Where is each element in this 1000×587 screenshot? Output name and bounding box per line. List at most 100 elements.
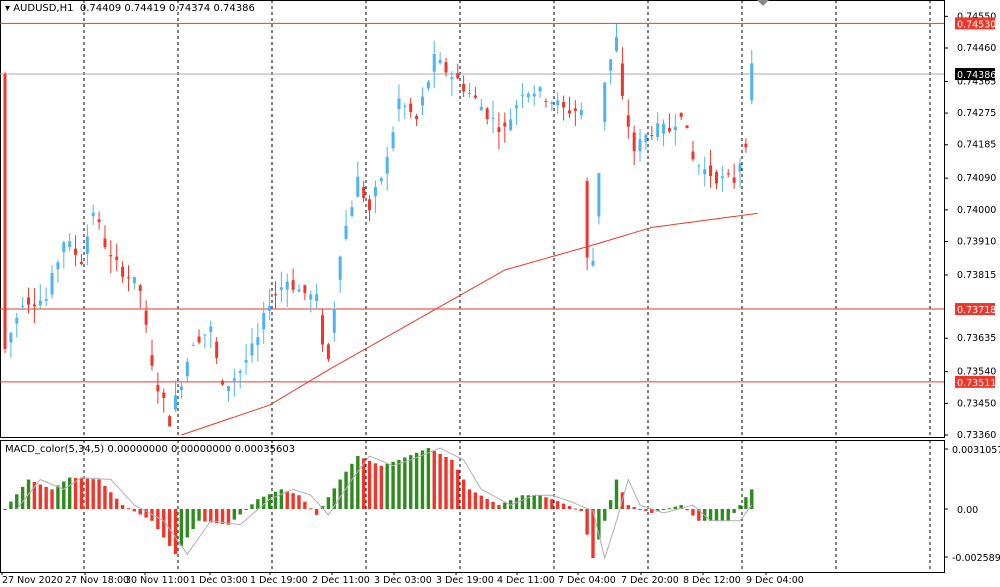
candle-body <box>385 157 389 174</box>
price-tick-label: 0.73910 <box>957 236 996 247</box>
candle-body <box>356 176 360 197</box>
candle-body <box>515 105 519 109</box>
macd-bar <box>550 499 554 509</box>
macd-bar <box>50 489 54 509</box>
candle-body <box>291 280 295 290</box>
candle-body <box>332 308 336 333</box>
macd-bar <box>661 509 666 510</box>
candle-body <box>556 100 560 106</box>
macd-bar <box>444 456 448 509</box>
candle-body <box>479 106 483 111</box>
candle-body <box>250 343 254 356</box>
time-tick-label: 3 Dec 03:00 <box>374 575 432 586</box>
candle-body <box>379 178 383 181</box>
macd-bar <box>579 509 583 511</box>
macd-bar <box>461 479 466 509</box>
candle-body <box>691 151 695 160</box>
candle-body <box>644 134 648 143</box>
macd-label: MACD_color(5,34,5) <box>5 444 105 455</box>
candle-body <box>262 313 266 330</box>
macd-signal-line <box>16 447 753 560</box>
macd-bar <box>503 502 507 509</box>
candle-body <box>473 95 477 98</box>
candle-body <box>91 212 95 217</box>
time-tick-label: 2 Dec 11:00 <box>312 575 370 586</box>
macd-bar <box>373 463 378 509</box>
candle-body <box>221 380 225 385</box>
candle-body <box>567 110 571 114</box>
candle-body <box>591 260 595 266</box>
macd-bar <box>497 505 501 509</box>
macd-bar <box>673 506 678 509</box>
macd-tick-label: -0.002589 <box>952 553 1000 564</box>
chart-shift-marker[interactable] <box>757 0 769 6</box>
candle-body <box>726 173 730 175</box>
macd-bar <box>367 460 372 509</box>
macd-bar <box>561 503 566 509</box>
time-tick-label: 9 Dec 04:00 <box>746 575 804 586</box>
macd-bar <box>538 495 542 509</box>
macd-bar <box>97 479 101 509</box>
macd-bar <box>603 509 607 521</box>
candle-body <box>544 101 548 103</box>
candle-body <box>197 336 201 343</box>
time-tick-label: 7 Dec 04:00 <box>558 575 616 586</box>
macd-bar <box>138 509 142 515</box>
candle-body <box>709 165 713 177</box>
candle-body <box>609 59 613 71</box>
candle-body <box>27 297 31 305</box>
macd-bar <box>685 509 689 511</box>
candle-body <box>350 207 354 217</box>
candle-body <box>468 93 472 95</box>
candle-body <box>174 395 178 410</box>
candle-body <box>667 128 671 132</box>
candle-body <box>432 54 436 72</box>
candle-body <box>403 105 407 107</box>
candle-body <box>32 304 36 307</box>
candle-body <box>132 276 136 284</box>
macd-bar <box>185 509 189 538</box>
chart-canvas[interactable]: 0.745500.744600.743650.742750.741850.740… <box>0 0 1000 587</box>
candle-body <box>626 115 630 127</box>
macd-bar <box>350 463 354 509</box>
macd-bar <box>614 479 619 509</box>
macd-bar <box>714 509 719 521</box>
candle-body <box>9 333 13 343</box>
macd-bar <box>338 479 342 509</box>
candle-body <box>362 186 366 199</box>
candle-body <box>326 344 330 360</box>
macd-bar <box>226 509 231 525</box>
macd-bar <box>267 494 272 509</box>
time-tick-label: 7 Dec 20:00 <box>621 575 679 586</box>
candle-body <box>491 117 495 119</box>
macd-bar <box>644 509 648 511</box>
candle-body <box>732 177 736 183</box>
macd-bar <box>403 457 407 509</box>
macd-bar <box>491 501 495 509</box>
candle-body <box>373 187 377 197</box>
candle-body <box>409 103 413 112</box>
macd-bar <box>273 491 278 509</box>
macd-bar <box>626 505 630 509</box>
candle-body <box>21 305 25 307</box>
macd-bar <box>532 495 536 509</box>
macd-bar <box>414 452 419 509</box>
macd-bar <box>85 478 90 509</box>
candle-body <box>673 126 677 131</box>
macd-bar <box>732 509 736 513</box>
candle-body <box>526 93 530 98</box>
candle-body <box>338 256 342 280</box>
candle-body <box>226 386 230 392</box>
price-tag-label: 0.73718 <box>957 305 996 316</box>
macd-bar <box>438 453 442 509</box>
candle-body <box>74 248 78 255</box>
macd-bar <box>326 497 331 509</box>
macd-bar <box>356 455 360 509</box>
candle-body <box>79 261 83 265</box>
candle-body <box>297 289 301 292</box>
candle-body <box>209 326 213 333</box>
candle-body <box>750 63 754 101</box>
macd-panel-frame <box>0 440 945 573</box>
candle-body <box>650 134 654 136</box>
time-tick-label: 27 Nov 2020 <box>2 575 63 586</box>
